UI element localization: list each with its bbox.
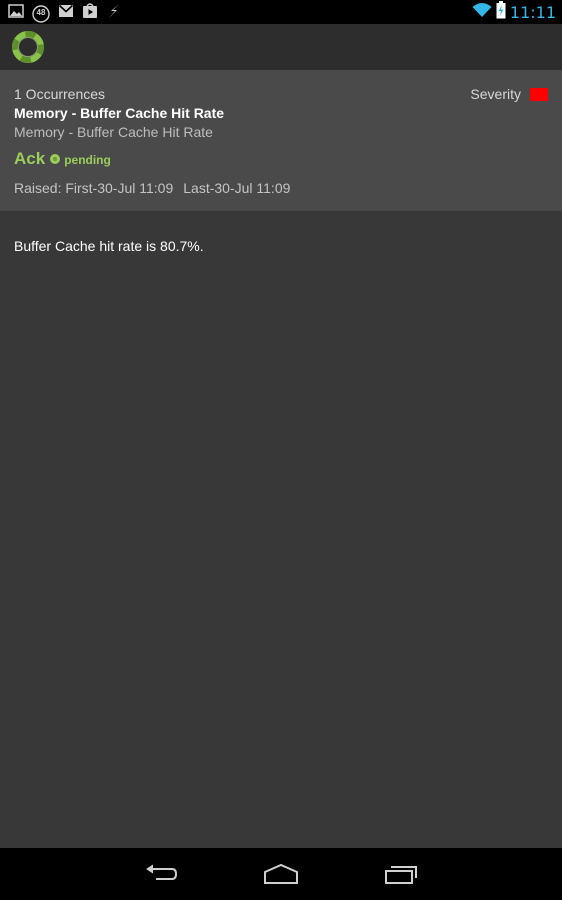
- severity-label: Severity: [470, 86, 521, 102]
- app-header: [0, 24, 562, 70]
- navigation-bar: [0, 848, 562, 900]
- ack-row: Ack pending: [14, 149, 111, 169]
- status-notification-icons: 48: [8, 3, 122, 24]
- alert-title: Memory - Buffer Cache Hit Rate: [14, 105, 225, 121]
- clock: 11:11: [509, 2, 556, 22]
- raised-first: Raised: First-30-Jul 11:09: [14, 180, 174, 196]
- status-text: pending: [64, 153, 111, 167]
- pending-status-icon: [50, 154, 61, 164]
- battery-charging-icon: [496, 0, 506, 24]
- raised-times: Raised: First-30-Jul 11:09 Last-30-Jul 1…: [14, 180, 290, 196]
- gmail-icon: [58, 4, 74, 23]
- status-bar: 48 11:11: [0, 0, 562, 24]
- usb-debug-icon: [106, 3, 122, 24]
- raised-last: Last-30-Jul 11:09: [183, 180, 291, 196]
- screen: 48 11:11 1 Occurrences Severity Memory -…: [0, 0, 562, 900]
- app-logo-ring-icon[interactable]: [10, 29, 46, 65]
- alert-summary-card: 1 Occurrences Severity Memory - Buffer C…: [0, 70, 562, 211]
- wifi-icon: [472, 2, 492, 23]
- alert-detail-message: Buffer Cache hit rate is 80.7%.: [14, 238, 204, 254]
- ack-button[interactable]: Ack: [14, 149, 45, 169]
- notification-count: 48: [36, 7, 46, 17]
- notification-count-icon: 48: [32, 4, 50, 23]
- recent-apps-icon[interactable]: [377, 858, 425, 890]
- back-icon[interactable]: [137, 858, 185, 890]
- occurrences-count: 1 Occurrences: [14, 86, 106, 102]
- status-system-icons: 11:11: [472, 0, 556, 24]
- alert-subtitle: Memory - Buffer Cache Hit Rate: [14, 124, 213, 140]
- gallery-icon: [8, 3, 24, 24]
- play-store-icon: [82, 3, 98, 24]
- home-icon[interactable]: [257, 858, 305, 890]
- severity-indicator: [530, 88, 548, 101]
